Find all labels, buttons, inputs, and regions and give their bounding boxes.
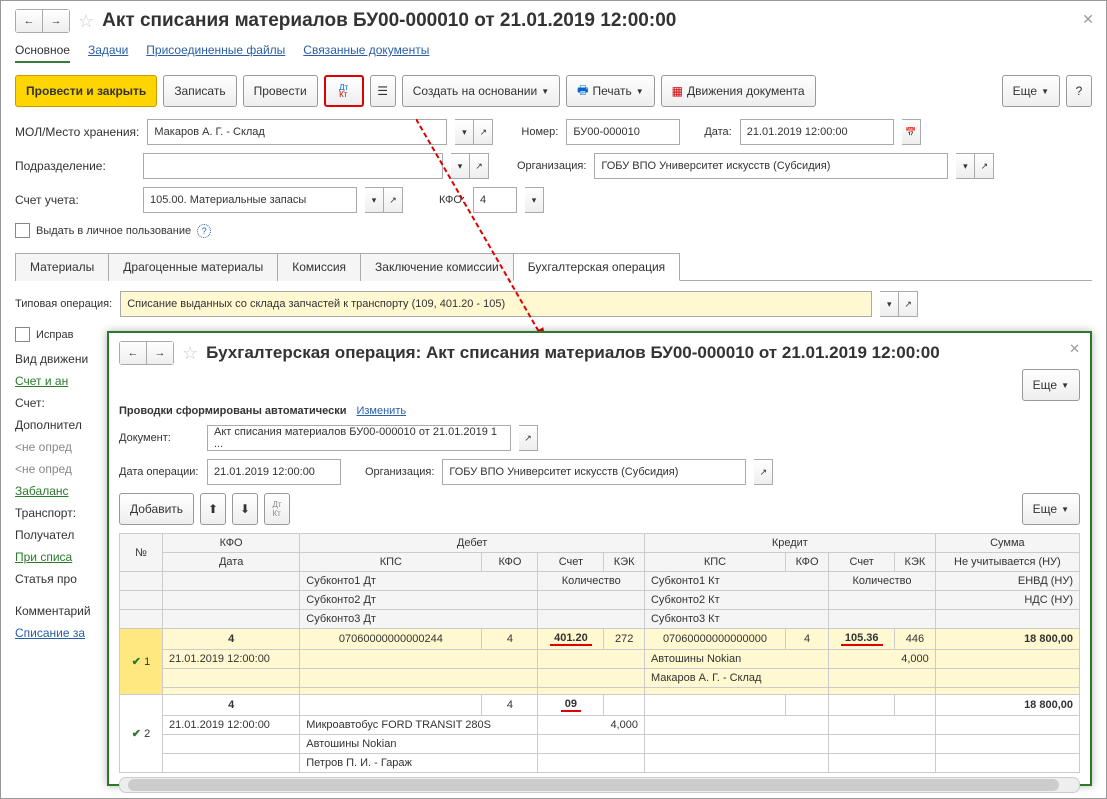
dept-input[interactable] [143,153,443,179]
schet-an-link[interactable]: Счет и ан [15,374,68,388]
date-label: Дата: [704,126,731,138]
dtkt-small-button[interactable]: ДтКт [264,493,290,525]
num-label: Номер: [521,126,558,138]
nav-tabs: Основное Задачи Присоединенные файлы Свя… [1,39,1106,67]
nav-buttons: ← → [15,9,70,33]
post-button[interactable]: Провести [243,75,318,107]
sub-tabs: Материалы Драгоценные материалы Комиссия… [15,252,1092,281]
back-button[interactable]: ← [16,10,42,32]
close-icon[interactable]: ✕ [1069,341,1080,357]
kfo-input[interactable]: 4 [473,187,517,213]
post-close-button[interactable]: Провести и закрыть [15,75,157,107]
open-icon[interactable]: ↗ [384,187,403,213]
back-button[interactable]: ← [120,342,146,364]
dropdown-icon[interactable]: ▾ [956,153,975,179]
tab-precious[interactable]: Драгоценные материалы [108,253,278,281]
auto-label: Проводки сформированы автоматически [119,405,346,417]
personal-label: Выдать в личное пользование [36,225,191,237]
info-icon[interactable]: ? [197,224,211,238]
suborg-label: Организация: [365,466,434,478]
acc-input[interactable]: 105.00. Материальные запасы [143,187,357,213]
tab-related[interactable]: Связанные документы [303,43,429,63]
toolbar: Провести и закрыть Записать Провести ДтК… [1,67,1106,115]
forward-button[interactable]: → [42,10,69,32]
more-button[interactable]: Еще ▼ [1002,75,1060,107]
tab-materials[interactable]: Материалы [15,253,109,281]
open-icon[interactable]: ↗ [470,153,489,179]
mol-input[interactable]: Макаров А. Г. - Склад [147,119,447,145]
tab-tasks[interactable]: Задачи [88,43,128,63]
org-label: Организация: [517,160,586,172]
main-window: ← → ☆ Акт списания материалов БУ00-00001… [0,0,1107,799]
window-title: Акт списания материалов БУ00-000010 от 2… [102,10,676,32]
doc-input[interactable]: Акт списания материалов БУ00-000010 от 2… [207,425,511,451]
entries-table[interactable]: № КФО Дебет Кредит Сумма Дата КПСКФОСчет… [119,533,1080,773]
report-button[interactable]: ☰ [370,75,396,107]
tab-files[interactable]: Присоединенные файлы [146,43,285,63]
change-link[interactable]: Изменить [356,405,406,417]
date-input[interactable]: 21.01.2019 12:00:00 [740,119,894,145]
nav-buttons: ← → [119,341,174,365]
kfo-label: КФО: [439,194,465,206]
corr-label: Исправ [36,329,73,341]
open-icon[interactable]: ↗ [975,153,994,179]
mol-label: МОЛ/Место хранения: [15,125,139,139]
dtkt-button[interactable]: ДтКт [324,75,364,107]
dropdown-icon[interactable]: ▾ [365,187,384,213]
doc-label: Документ: [119,432,199,444]
help-button[interactable]: ? [1066,75,1092,107]
zabalan-link[interactable]: Забаланс [15,484,69,498]
dropdown-icon[interactable]: ▾ [455,119,474,145]
dropdown-icon[interactable]: ▾ [451,153,470,179]
forward-button[interactable]: → [146,342,173,364]
calendar-icon[interactable]: 📅 [902,119,921,145]
horizontal-scrollbar[interactable] [119,777,1080,793]
down-button[interactable]: ⬇ [232,493,258,525]
moves-button[interactable]: ▦ Движения документа [661,75,816,107]
suborg-input[interactable]: ГОБУ ВПО Университет искусств (Субсидия) [442,459,746,485]
more-button[interactable]: Еще ▼ [1022,369,1080,401]
typ-input[interactable]: Списание выданных со склада запчастей к … [120,291,872,317]
accounting-operation-window: ✕ ← → ☆ Бухгалтерская операция: Акт спис… [107,331,1092,786]
dropdown-icon[interactable]: ▾ [880,291,899,317]
star-icon[interactable]: ☆ [78,11,94,32]
num-input[interactable]: БУ00-000010 [566,119,680,145]
print-button[interactable]: 🖶 Печать ▼ [566,75,655,107]
acc-label: Счет учета: [15,193,135,207]
dropdown-icon[interactable]: ▾ [525,187,544,213]
tab-commission[interactable]: Комиссия [277,253,361,281]
save-button[interactable]: Записать [163,75,236,107]
personal-checkbox[interactable] [15,223,30,238]
sub-title: Бухгалтерская операция: Акт списания мат… [206,343,940,363]
tab-conclusion[interactable]: Заключение комиссии [360,253,514,281]
up-button[interactable]: ⬆ [200,493,226,525]
open-icon[interactable]: ↗ [474,119,493,145]
add-button[interactable]: Добавить [119,493,194,525]
org-input[interactable]: ГОБУ ВПО Университет искусств (Субсидия) [594,153,948,179]
spis-link[interactable]: Списание за [15,626,85,640]
pri-link[interactable]: При списа [15,550,72,564]
tab-accounting[interactable]: Бухгалтерская операция [513,253,680,281]
tab-main[interactable]: Основное [15,43,70,63]
more-button[interactable]: Еще ▼ [1022,493,1080,525]
typ-label: Типовая операция: [15,298,112,310]
close-icon[interactable]: ✕ [1082,11,1094,28]
corr-checkbox[interactable] [15,327,30,342]
opdate-input[interactable]: 21.01.2019 12:00:00 [207,459,341,485]
star-icon[interactable]: ☆ [182,343,198,364]
opdate-label: Дата операции: [119,466,199,478]
dept-label: Подразделение: [15,159,135,173]
create-based-button[interactable]: Создать на основании ▼ [402,75,560,107]
open-icon[interactable]: ↗ [519,425,538,451]
open-icon[interactable]: ↗ [754,459,773,485]
open-icon[interactable]: ↗ [899,291,918,317]
